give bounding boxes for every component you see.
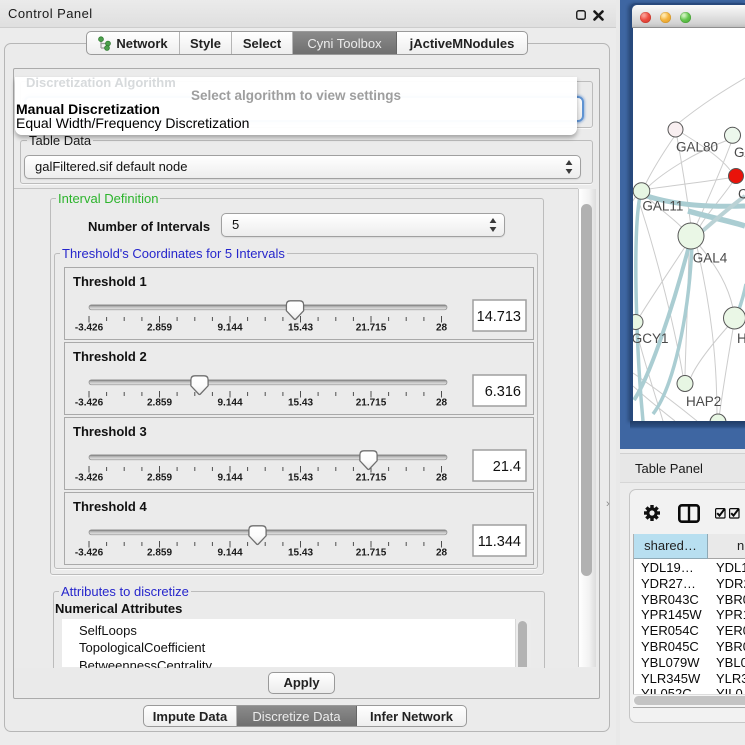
svg-text:-3.426: -3.426 [75,473,104,484]
svg-text:2.859: 2.859 [147,323,172,334]
svg-text:21.715: 21.715 [356,398,387,409]
svg-text:9.144: 9.144 [217,398,242,409]
svg-text:15.43: 15.43 [288,473,313,484]
svg-text:-3.426: -3.426 [75,548,104,559]
svg-text:-3.426: -3.426 [75,323,104,334]
svg-text:28: 28 [436,398,448,409]
svg-text:9.144: 9.144 [217,473,242,484]
svg-text:Threshold 4: Threshold 4 [73,499,147,514]
svg-text:2.859: 2.859 [147,398,172,409]
svg-text:H: H [737,331,745,346]
svg-text:9.144: 9.144 [217,548,242,559]
svg-text:GAL80: GAL80 [676,140,718,155]
svg-text:GA: GA [734,145,745,160]
svg-text:GCY1: GCY1 [633,331,668,346]
svg-text:28: 28 [436,473,448,484]
svg-text:28: 28 [436,548,448,559]
svg-text:9.144: 9.144 [217,323,242,334]
svg-text:15.43: 15.43 [288,548,313,559]
svg-text:GAL11: GAL11 [642,199,683,214]
svg-text:21.715: 21.715 [356,323,387,334]
svg-text:Threshold 3: Threshold 3 [73,424,147,439]
svg-text:6.316: 6.316 [485,384,521,400]
svg-text:21.715: 21.715 [356,473,387,484]
svg-text:11.344: 11.344 [478,534,521,550]
svg-text:2.859: 2.859 [147,548,172,559]
svg-text:15.43: 15.43 [288,398,313,409]
svg-text:-3.426: -3.426 [75,398,104,409]
svg-text:21.715: 21.715 [356,548,387,559]
svg-text:GAL4: GAL4 [693,251,728,266]
svg-text:HAP2: HAP2 [686,394,721,409]
svg-text:15.43: 15.43 [288,323,313,334]
svg-text:Threshold 2: Threshold 2 [73,349,147,364]
svg-text:2.859: 2.859 [147,473,172,484]
svg-text:14.713: 14.713 [477,309,521,325]
svg-text:21.4: 21.4 [493,459,521,475]
svg-text:28: 28 [436,323,448,334]
svg-text:Threshold 1: Threshold 1 [73,274,147,289]
svg-text:CY: CY [738,187,745,202]
